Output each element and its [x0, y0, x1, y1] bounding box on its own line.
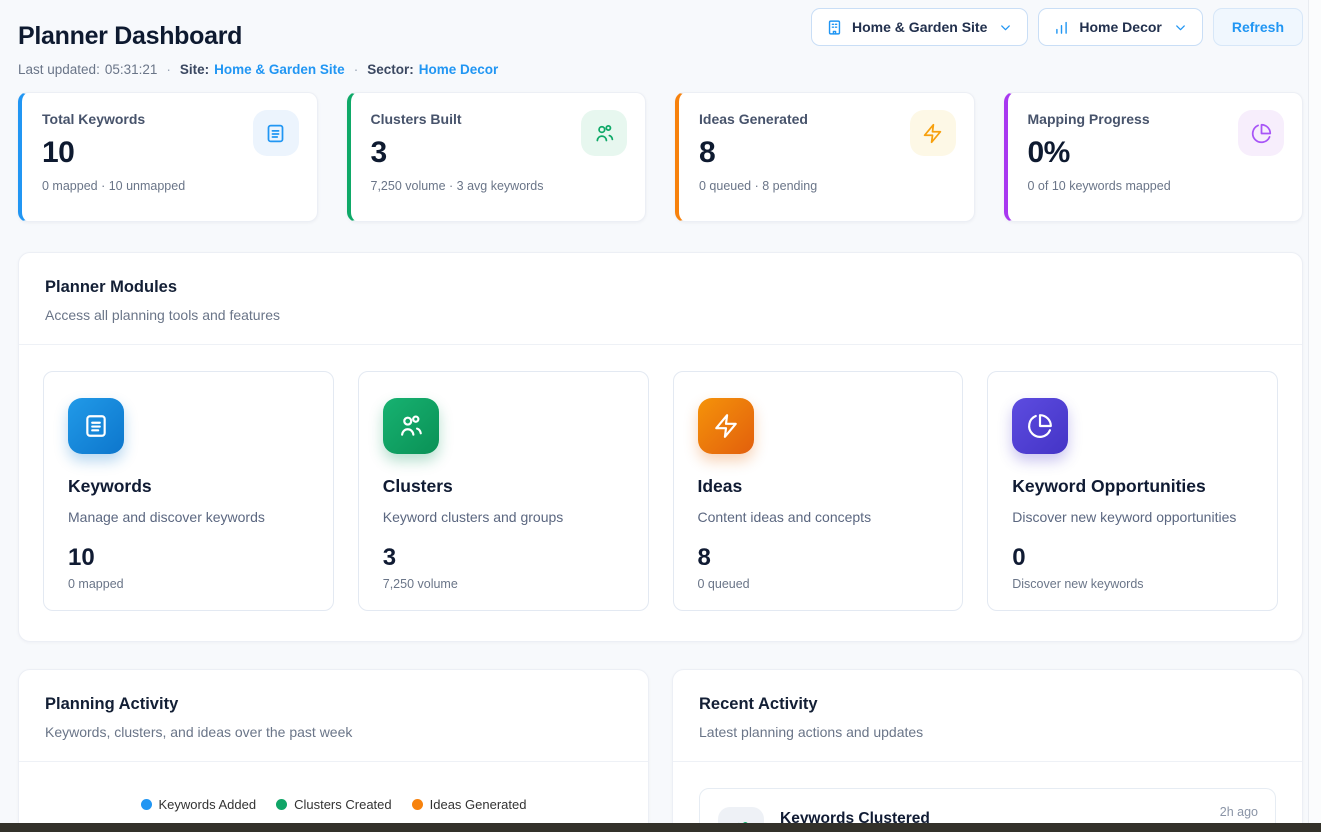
module-card-keyword-opportunities[interactable]: Keyword Opportunities Discover new keywo… — [987, 371, 1278, 611]
module-description: Content ideas and concepts — [698, 509, 939, 525]
stat-card-mapping-progress: Mapping Progress 0% 0 of 10 keywords map… — [1004, 92, 1304, 222]
bottom-row: Planning Activity Keywords, clusters, an… — [18, 669, 1303, 832]
module-value: 0 — [1012, 544, 1253, 572]
scrollbar[interactable] — [1308, 0, 1321, 832]
section-title: Planning Activity — [45, 695, 622, 714]
legend-dot-icon — [412, 799, 423, 810]
modules-grid: Keywords Manage and discover keywords 10… — [19, 345, 1302, 641]
module-title: Keyword Opportunities — [1012, 476, 1253, 497]
section-subtitle: Latest planning actions and updates — [699, 724, 1276, 740]
module-sub-label: 0 mapped — [68, 577, 309, 591]
sector-label: Sector: — [367, 62, 414, 77]
building-icon — [826, 19, 843, 36]
module-icon-badge — [1012, 398, 1068, 454]
activity-timestamp: 2h ago — [1220, 805, 1258, 819]
chevron-down-icon — [1173, 20, 1188, 35]
recent-activity-panel: Recent Activity Latest planning actions … — [672, 669, 1303, 832]
stat-icon-chip — [581, 110, 627, 156]
stat-card-ideas-generated: Ideas Generated 8 0 queued · 8 pending — [675, 92, 975, 222]
module-icon-badge — [68, 398, 124, 454]
users-icon — [594, 123, 615, 144]
header-meta: Last updated: 05:31:21 · Site: Home & Ga… — [18, 62, 1303, 77]
document-icon — [265, 123, 286, 144]
bolt-icon — [922, 123, 943, 144]
module-value: 10 — [68, 544, 309, 572]
legend-item-keywords-added[interactable]: Keywords Added — [141, 797, 257, 812]
legend-dot-icon — [141, 799, 152, 810]
stat-detail: 7,250 volume · 3 avg keywords — [371, 179, 626, 193]
stat-card-clusters-built: Clusters Built 3 7,250 volume · 3 avg ke… — [347, 92, 647, 222]
module-sub-label: 0 queued — [698, 577, 939, 591]
stat-detail: 0 of 10 keywords mapped — [1028, 179, 1283, 193]
last-updated-time: 05:31:21 — [105, 62, 158, 77]
module-description: Keyword clusters and groups — [383, 509, 624, 525]
bolt-icon — [713, 413, 739, 439]
legend-dot-icon — [276, 799, 287, 810]
planner-dashboard-page: Planner Dashboard Last updated: 05:31:21… — [0, 0, 1321, 832]
section-subtitle: Keywords, clusters, and ideas over the p… — [45, 724, 622, 740]
chart-legend: Keywords Added Clusters Created Ideas Ge… — [19, 797, 648, 812]
dot-separator: · — [166, 62, 171, 77]
module-card-keywords[interactable]: Keywords Manage and discover keywords 10… — [43, 371, 334, 611]
section-subtitle: Access all planning tools and features — [45, 307, 1276, 323]
module-description: Manage and discover keywords — [68, 509, 309, 525]
stat-detail: 0 queued · 8 pending — [699, 179, 954, 193]
recent-activity-header: Recent Activity Latest planning actions … — [673, 670, 1302, 762]
chevron-down-icon — [998, 20, 1013, 35]
dot-separator: · — [354, 62, 359, 77]
taskbar-edge-strip — [0, 823, 1321, 832]
module-description: Discover new keyword opportunities — [1012, 509, 1253, 525]
users-icon — [398, 413, 424, 439]
bar-chart-icon — [1053, 19, 1070, 36]
module-card-ideas[interactable]: Ideas Content ideas and concepts 8 0 que… — [673, 371, 964, 611]
refresh-button[interactable]: Refresh — [1213, 8, 1303, 46]
site-link[interactable]: Home & Garden Site — [214, 62, 345, 77]
stat-detail: 0 mapped · 10 unmapped — [42, 179, 297, 193]
site-label: Site: — [180, 62, 209, 77]
pie-chart-icon — [1027, 413, 1053, 439]
stat-cards-row: Total Keywords 10 0 mapped · 10 unmapped… — [18, 92, 1303, 222]
module-title: Keywords — [68, 476, 309, 497]
legend-item-clusters-created[interactable]: Clusters Created — [276, 797, 392, 812]
legend-item-ideas-generated[interactable]: Ideas Generated — [412, 797, 527, 812]
module-sub-label: 7,250 volume — [383, 577, 624, 591]
module-card-clusters[interactable]: Clusters Keyword clusters and groups 3 7… — [358, 371, 649, 611]
planner-modules-panel: Planner Modules Access all planning tool… — [18, 252, 1303, 642]
site-selector-label: Home & Garden Site — [852, 19, 987, 35]
planner-modules-header: Planner Modules Access all planning tool… — [19, 253, 1302, 345]
planning-activity-panel: Planning Activity Keywords, clusters, an… — [18, 669, 649, 832]
module-value: 8 — [698, 544, 939, 572]
module-icon-badge — [698, 398, 754, 454]
activity-feed: Keywords Clustered 3 new clusters create… — [673, 762, 1302, 832]
document-icon — [83, 413, 109, 439]
pie-chart-icon — [1251, 123, 1272, 144]
module-title: Ideas — [698, 476, 939, 497]
stat-icon-chip — [253, 110, 299, 156]
sector-selector-label: Home Decor — [1079, 19, 1161, 35]
sector-selector-dropdown[interactable]: Home Decor — [1038, 8, 1202, 46]
section-title: Recent Activity — [699, 695, 1276, 714]
stat-icon-chip — [910, 110, 956, 156]
header-actions: Home & Garden Site Home Decor Refresh — [811, 8, 1303, 46]
page-header: Planner Dashboard Last updated: 05:31:21… — [18, 0, 1303, 77]
site-selector-dropdown[interactable]: Home & Garden Site — [811, 8, 1028, 46]
last-updated-label: Last updated: — [18, 62, 100, 77]
stat-card-total-keywords: Total Keywords 10 0 mapped · 10 unmapped — [18, 92, 318, 222]
section-title: Planner Modules — [45, 278, 1276, 297]
sector-link[interactable]: Home Decor — [419, 62, 499, 77]
module-icon-badge — [383, 398, 439, 454]
planning-activity-header: Planning Activity Keywords, clusters, an… — [19, 670, 648, 762]
stat-icon-chip — [1238, 110, 1284, 156]
module-title: Clusters — [383, 476, 624, 497]
module-sub-label: Discover new keywords — [1012, 577, 1253, 591]
module-value: 3 — [383, 544, 624, 572]
